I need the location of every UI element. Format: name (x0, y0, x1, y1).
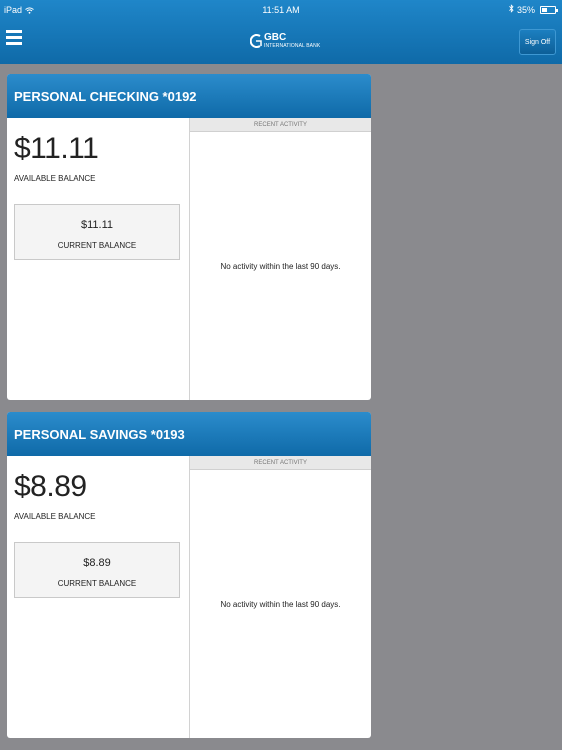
recent-activity-pane: RECENT ACTIVITY No activity within the l… (189, 456, 371, 738)
bluetooth-icon (509, 0, 514, 20)
no-activity-message: No activity within the last 90 days. (220, 262, 341, 271)
account-card-checking[interactable]: PERSONAL CHECKING *0192 $11.11 AVAILABLE… (7, 74, 371, 400)
logo-subtext: INTERNATIONAL BANK (264, 43, 321, 49)
status-right: 35% (509, 0, 558, 20)
available-balance-label: AVAILABLE BALANCE (14, 174, 96, 183)
status-bar: iPad 11:51 AM 35% (0, 0, 562, 20)
hamburger-menu-icon[interactable] (6, 30, 22, 48)
battery-icon (540, 6, 558, 14)
logo-text: GBC (264, 32, 287, 43)
battery-percent: 35% (516, 5, 535, 15)
recent-activity-header: RECENT ACTIVITY (190, 456, 371, 470)
recent-activity-header: RECENT ACTIVITY (190, 118, 371, 132)
available-balance-amount: $8.89 (14, 470, 87, 503)
current-balance-label: CURRENT BALANCE (57, 579, 137, 588)
balance-pane: $8.89 AVAILABLE BALANCE $8.89 CURRENT BA… (7, 456, 189, 738)
current-balance-amount: $11.11 (80, 219, 113, 231)
no-activity-message: No activity within the last 90 days. (220, 600, 341, 609)
recent-activity-pane: RECENT ACTIVITY No activity within the l… (189, 118, 371, 400)
current-balance-label: CURRENT BALANCE (57, 241, 137, 250)
logo-mark-icon (249, 34, 262, 48)
status-time: 11:51 AM (262, 5, 300, 15)
current-balance-box: $11.11 CURRENT BALANCE (14, 204, 180, 260)
available-balance-amount: $11.11 (14, 132, 99, 165)
bank-logo: GBC INTERNATIONAL BANK (249, 30, 321, 52)
app-header: iPad 11:51 AM 35% GBC INTERNATIONAL BANK… (0, 0, 562, 64)
account-card-savings[interactable]: PERSONAL SAVINGS *0193 $8.89 AVAILABLE B… (7, 412, 371, 738)
available-balance-label: AVAILABLE BALANCE (14, 512, 96, 521)
balance-pane: $11.11 AVAILABLE BALANCE $11.11 CURRENT … (7, 118, 189, 400)
account-title[interactable]: PERSONAL CHECKING *0192 (7, 74, 371, 118)
current-balance-amount: $8.89 (83, 557, 111, 569)
current-balance-box: $8.89 CURRENT BALANCE (14, 542, 180, 598)
sign-off-button[interactable]: Sign Off (519, 29, 556, 55)
account-title[interactable]: PERSONAL SAVINGS *0193 (7, 412, 371, 456)
